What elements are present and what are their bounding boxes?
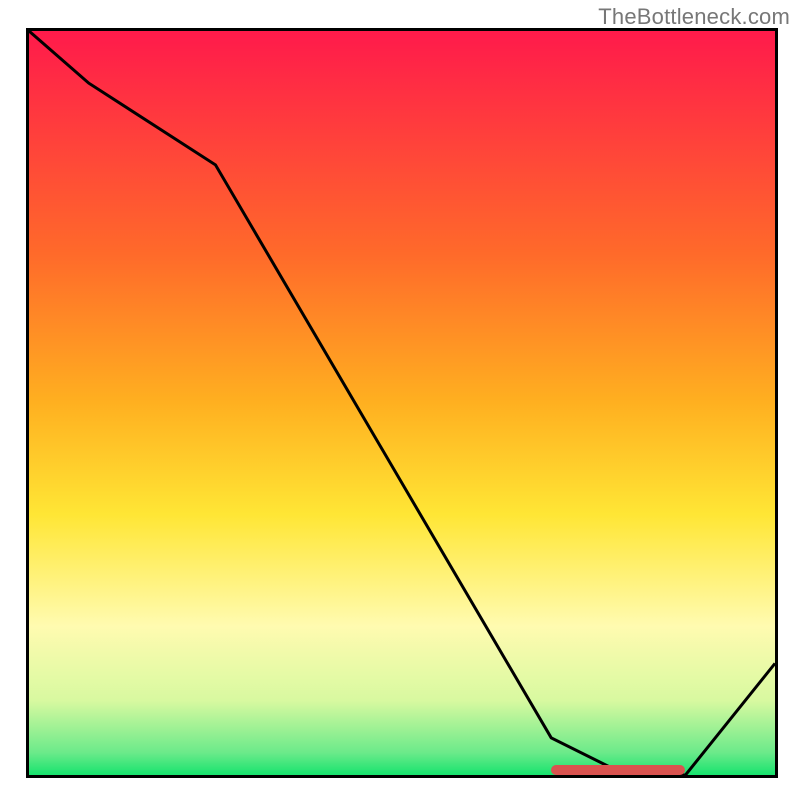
optimal-range-marker <box>551 765 685 775</box>
chart-svg <box>29 31 775 775</box>
chart-frame: TheBottleneck.com <box>0 0 800 800</box>
watermark-text: TheBottleneck.com <box>598 4 790 30</box>
plot-outer <box>26 28 778 778</box>
gradient-rect <box>29 31 775 775</box>
